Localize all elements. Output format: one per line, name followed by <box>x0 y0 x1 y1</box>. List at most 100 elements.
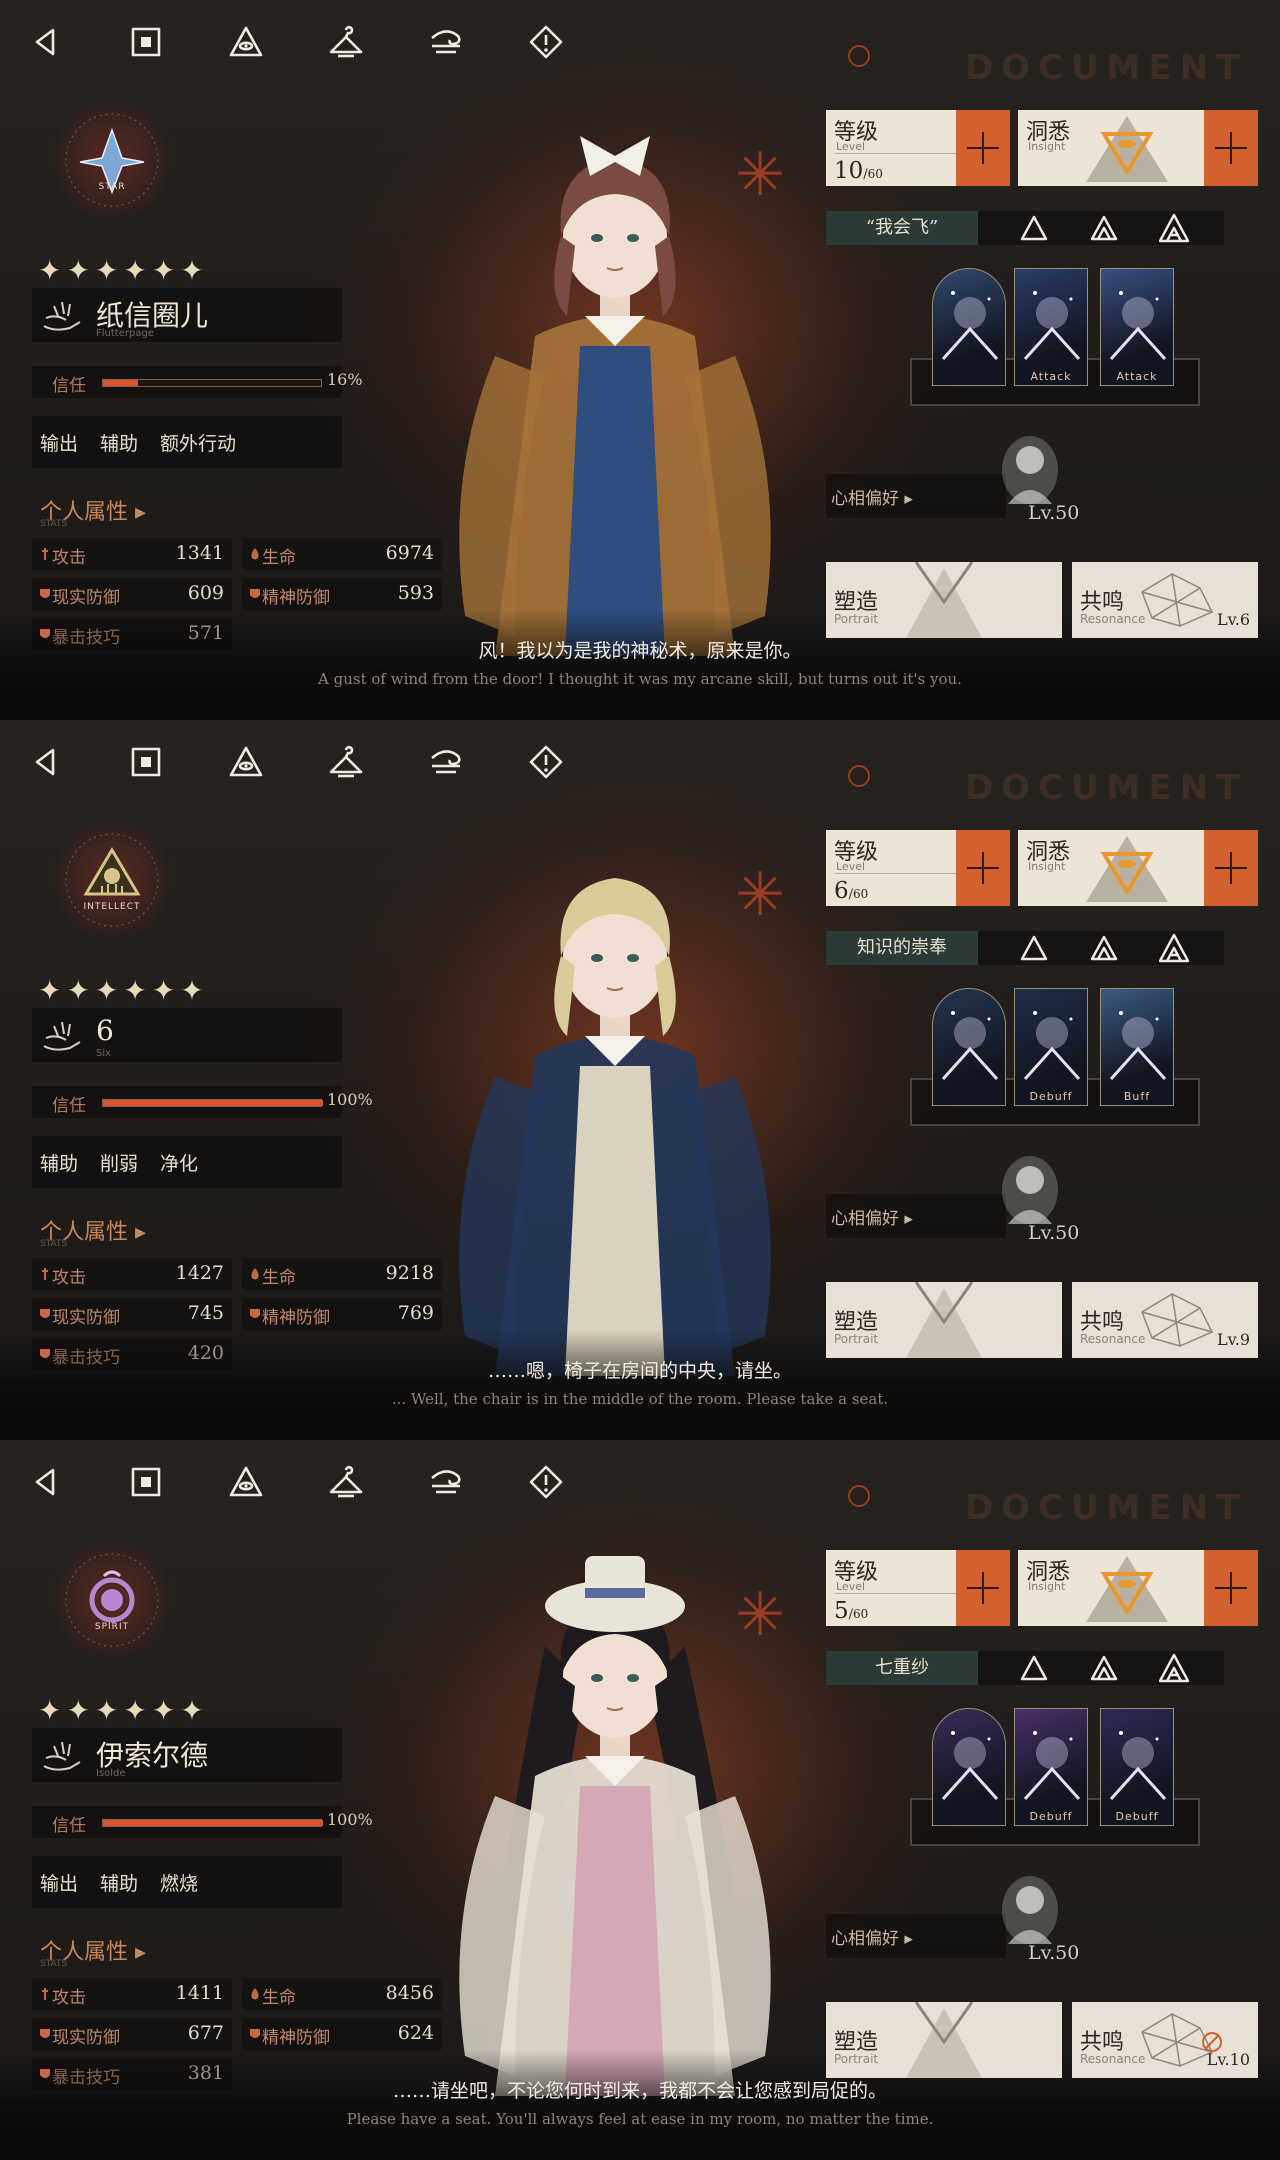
insight-2-button[interactable] <box>1084 931 1124 965</box>
nav-back-button[interactable] <box>22 740 70 788</box>
card-art-icon <box>941 1731 999 1801</box>
subtitle-en: A gust of wind from the door! I thought … <box>318 670 962 688</box>
preference-button[interactable]: 心相偏好 ▸ <box>826 474 1006 518</box>
portrait-button[interactable]: 塑造 Portrait <box>826 562 1062 638</box>
portrait-subtitle: Portrait <box>834 1332 879 1346</box>
insight-card: 洞悉 Insight <box>1018 830 1258 906</box>
nav-eye-triangle-button[interactable] <box>222 20 270 68</box>
insight-triangle-icon <box>1086 116 1168 182</box>
stat-label: 攻击 <box>52 1268 86 1288</box>
portrait-button[interactable]: 塑造 Portrait <box>826 1282 1062 1358</box>
top-nav <box>22 20 570 70</box>
nav-home-square-button[interactable] <box>122 1460 170 1508</box>
stat-atk: 攻击 1411 <box>32 1978 232 2010</box>
insight-3-button[interactable] <box>1154 1651 1194 1685</box>
psychube-card-2[interactable]: Attack <box>1014 268 1088 386</box>
insight-up-button[interactable] <box>1204 1550 1258 1626</box>
resonance-button[interactable]: 共鸣 Resonance Lv.6 <box>1072 562 1258 638</box>
portrait-button[interactable]: 塑造 Portrait <box>826 2002 1062 2078</box>
level-up-button[interactable] <box>956 830 1010 906</box>
stat-value: 9218 <box>385 1262 434 1284</box>
afflatus-emblem: STAR <box>52 100 172 220</box>
card-art-icon <box>1109 1731 1167 1801</box>
level-subtitle: Level <box>836 1580 866 1593</box>
nav-warning-button[interactable] <box>522 1460 570 1508</box>
wind-swirl-icon <box>428 24 464 64</box>
nav-wind-swirl-button[interactable] <box>422 740 470 788</box>
name-bar: 纸信圈儿 Flutterpage <box>32 288 342 342</box>
nav-eye-triangle-button[interactable] <box>222 1460 270 1508</box>
insight-up-button[interactable] <box>1204 830 1258 906</box>
insight-row: 七重纱 <box>826 1648 1224 1686</box>
nav-eye-triangle-button[interactable] <box>222 740 270 788</box>
wind-swirl-icon <box>428 744 464 784</box>
eye-triangle-icon <box>228 1464 264 1504</box>
level-up-button[interactable] <box>956 1550 1010 1626</box>
subtitle-en: Please have a seat. You'll always feel a… <box>346 2110 934 2128</box>
psychube-card-3[interactable]: Buff <box>1100 988 1174 1106</box>
psychube-card-3[interactable]: Attack <box>1100 268 1174 386</box>
insight-1-button[interactable] <box>1014 1651 1054 1685</box>
preference-button[interactable]: 心相偏好 ▸ <box>826 1194 1006 1238</box>
trust-fill <box>103 380 138 386</box>
nav-back-button[interactable] <box>22 20 70 68</box>
role-tag: 辅助 <box>40 1152 79 1175</box>
resonance-level: Lv.6 <box>1216 610 1250 629</box>
nav-wind-swirl-button[interactable] <box>422 20 470 68</box>
psychube-card-1[interactable] <box>932 988 1006 1106</box>
trust-value: 100% <box>327 1810 373 1829</box>
psychube-card-2[interactable]: Debuff <box>1014 1708 1088 1826</box>
card-label: Attack <box>1116 370 1158 383</box>
trust-label: 信任 <box>52 376 86 396</box>
name-bar: 6 Six <box>32 1008 342 1062</box>
nav-warning-button[interactable] <box>522 20 570 68</box>
role-tag: 额外行动 <box>160 432 237 455</box>
nav-hanger-button[interactable] <box>322 1460 370 1508</box>
stat-label: 现实防御 <box>52 2028 120 2048</box>
stat-mdef: 精神防御 593 <box>242 578 442 610</box>
subtitle-en: ... Well, the chair is in the middle of … <box>391 1390 889 1408</box>
psychube-card-1[interactable] <box>932 268 1006 386</box>
insight-3-button[interactable] <box>1154 931 1194 965</box>
nav-back-button[interactable] <box>22 1460 70 1508</box>
nav-hanger-button[interactable] <box>322 740 370 788</box>
home-square-icon <box>128 1464 164 1504</box>
psychube-card-3[interactable]: Debuff <box>1100 1708 1174 1826</box>
level-up-button[interactable] <box>956 110 1010 186</box>
insight-triangle-icon <box>1086 1556 1168 1622</box>
stat-rdef: 现实防御 609 <box>32 578 232 610</box>
portrait-subtitle: Portrait <box>834 612 879 626</box>
hand-sigil-icon <box>43 1741 81 1771</box>
rarity-stars: ✦✦✦✦✦✦ <box>38 1694 209 1727</box>
psychube-card-1[interactable] <box>932 1708 1006 1826</box>
nav-wind-swirl-button[interactable] <box>422 1460 470 1508</box>
stat-value: 593 <box>397 582 434 604</box>
nav-hanger-button[interactable] <box>322 20 370 68</box>
character-name-en: Six <box>96 1048 112 1059</box>
insight-card: 洞悉 Insight <box>1018 110 1258 186</box>
insight-2-icon <box>1090 1655 1118 1681</box>
resonance-button[interactable]: 共鸣 Resonance Lv.10 <box>1072 2002 1258 2078</box>
insight-up-button[interactable] <box>1204 110 1258 186</box>
trust-bar: 信任 16% <box>32 366 363 398</box>
resonance-button[interactable]: 共鸣 Resonance Lv.9 <box>1072 1282 1258 1358</box>
insight-2-button[interactable] <box>1084 211 1124 245</box>
insight-1-button[interactable] <box>1014 931 1054 965</box>
insight-1-button[interactable] <box>1014 211 1054 245</box>
character-panel: DOCUMENT ✳ INTELLECT ✦✦✦✦✦✦ 6 Six 信任 100… <box>0 720 1280 1440</box>
watermark-text: DOCUMENT <box>965 1488 1248 1528</box>
psychube-card-2[interactable]: Debuff <box>1014 988 1088 1106</box>
card-label: Debuff <box>1029 1090 1073 1103</box>
insight-3-button[interactable] <box>1154 211 1194 245</box>
nav-warning-button[interactable] <box>522 740 570 788</box>
nav-home-square-button[interactable] <box>122 740 170 788</box>
level-value: 10/60 <box>834 158 883 184</box>
preference-button[interactable]: 心相偏好 ▸ <box>826 1914 1006 1958</box>
level-subtitle: Level <box>836 860 866 873</box>
insight-2-button[interactable] <box>1084 1651 1124 1685</box>
subtitle-cn: ……请坐吧，不论您何时到来，我都不会让您感到局促的。 <box>392 2080 887 2102</box>
nav-home-square-button[interactable] <box>122 20 170 68</box>
insight-3-icon <box>1158 933 1190 963</box>
trust-fill <box>103 1100 323 1106</box>
stats-subtitle: STATS <box>40 1959 68 1969</box>
